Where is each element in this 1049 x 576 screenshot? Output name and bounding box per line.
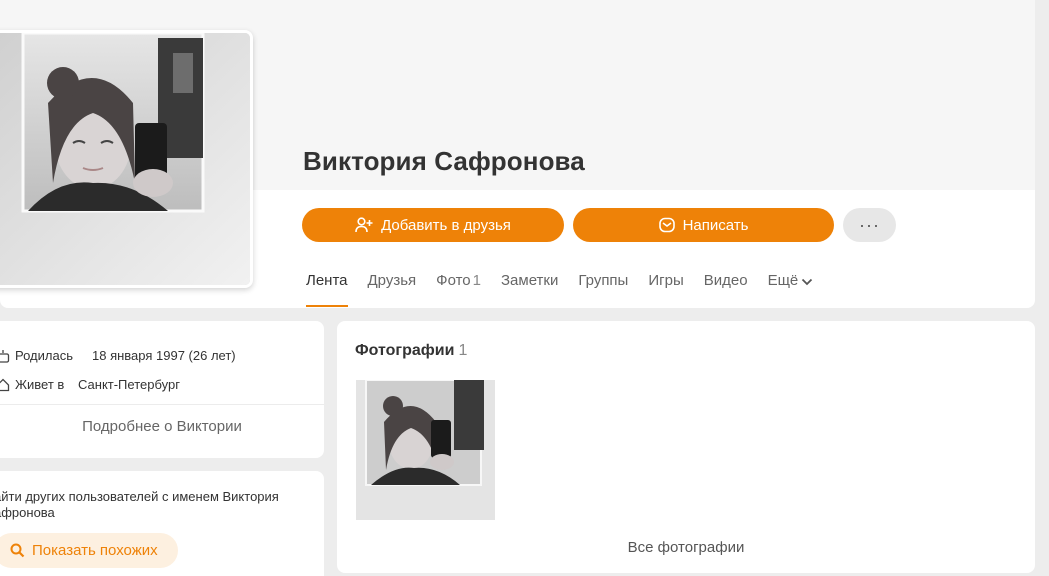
profile-name: Виктория Сафронова <box>303 146 585 176</box>
birthday-value: 18 января 1997 (26 лет) <box>92 348 236 363</box>
photos-title[interactable]: Фотографии 1 <box>355 342 467 360</box>
location-row: Живет в Санкт-Петербург <box>0 377 180 392</box>
search-icon <box>10 543 25 558</box>
more-about-link[interactable]: Подробнее о Виктории <box>0 418 324 435</box>
show-similar-button[interactable]: Показать похожих <box>0 533 178 568</box>
profile-tabs: Лента Друзья Фото 1 Заметки Группы Игры В… <box>306 272 833 307</box>
chevron-down-icon <box>801 273 813 290</box>
birthday-row: Родилась 18 января 1997 (26 лет) <box>0 348 236 363</box>
add-friend-label: Добавить в друзья <box>381 216 511 234</box>
birthday-label: Родилась <box>15 348 73 363</box>
all-photos-link[interactable]: Все фотографии <box>337 539 1035 556</box>
photos-card: Фотографии 1 Все фотографии <box>337 321 1035 573</box>
avatar-photo <box>0 33 250 285</box>
write-message-button[interactable]: Написать <box>573 208 834 242</box>
similar-users-text: айти других пользователей с именем Викто… <box>0 489 279 520</box>
add-user-icon <box>355 217 373 233</box>
profile-avatar[interactable] <box>0 30 253 288</box>
tab-notes[interactable]: Заметки <box>501 272 558 307</box>
about-card: Родилась 18 января 1997 (26 лет) Живет в… <box>0 321 324 458</box>
tab-feed[interactable]: Лента <box>306 272 348 307</box>
home-icon <box>0 378 10 391</box>
tab-more[interactable]: Ещё <box>768 272 814 307</box>
tab-video[interactable]: Видео <box>704 272 748 307</box>
show-similar-label: Показать похожих <box>32 542 158 559</box>
photos-count: 1 <box>458 342 468 359</box>
location-value[interactable]: Санкт-Петербург <box>78 377 180 392</box>
write-message-label: Написать <box>682 216 749 234</box>
more-dots-icon: ··· <box>859 214 880 235</box>
similar-users-card: айти других пользователей с именем Викто… <box>0 471 324 576</box>
photo-image <box>356 380 495 520</box>
add-friend-button[interactable]: Добавить в друзья <box>302 208 564 242</box>
more-actions-button[interactable]: ··· <box>843 208 896 242</box>
cake-icon <box>0 349 10 363</box>
tab-groups[interactable]: Группы <box>578 272 628 307</box>
photo-thumbnail[interactable] <box>356 380 495 520</box>
tab-photos-count: 1 <box>472 272 481 289</box>
location-label: Живет в <box>15 377 65 392</box>
message-icon <box>658 217 675 233</box>
tab-friends[interactable]: Друзья <box>368 272 417 307</box>
tab-games[interactable]: Игры <box>648 272 683 307</box>
tab-photos[interactable]: Фото 1 <box>436 272 481 307</box>
divider <box>0 404 324 405</box>
